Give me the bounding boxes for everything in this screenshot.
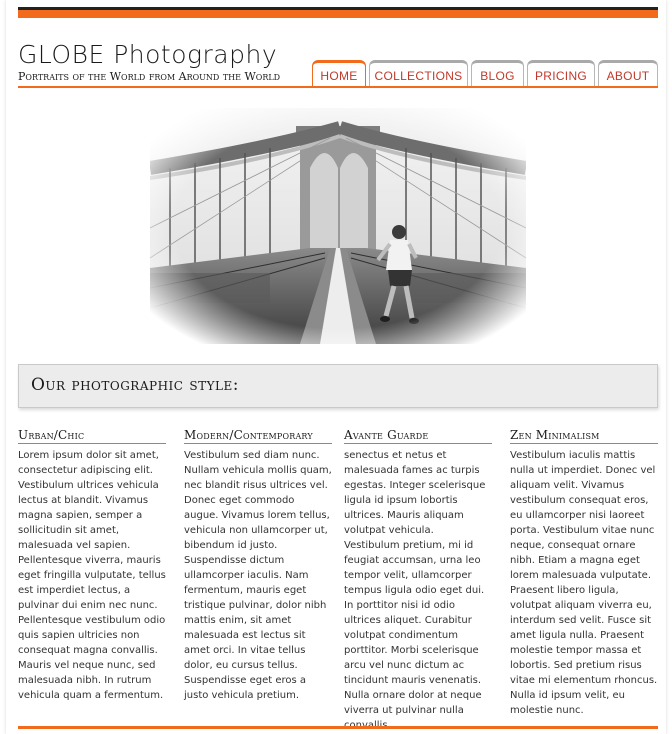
- nav-tab-collections[interactable]: COLLECTIONS: [369, 60, 468, 86]
- site-tagline: Portraits of the World from Around the W…: [18, 70, 281, 83]
- style-banner: Our photographic style:: [18, 364, 658, 408]
- column-heading: Modern/Contemporary: [184, 428, 332, 444]
- column-modern-contemporary: Modern/Contemporary Vestibulum sed diam …: [184, 428, 332, 703]
- style-heading: Our photographic style:: [31, 375, 239, 395]
- top-accent-bar: [18, 10, 658, 18]
- column-heading: Zen Minimalism: [510, 428, 658, 444]
- column-text: senectus et netus et malesuada fames ac …: [344, 450, 486, 731]
- column-text: Lorem ipsum dolor sit amet, consectetur …: [18, 450, 166, 701]
- column-heading: Urban/Chic: [18, 428, 166, 444]
- column-zen-minimalism: Zen Minimalism Vestibulum iaculis mattis…: [510, 428, 658, 718]
- column-heading: Avante Guarde: [344, 428, 492, 444]
- nav-tab-about[interactable]: ABOUT: [598, 60, 658, 86]
- column-text: Vestibulum sed diam nunc. Nullam vehicul…: [184, 450, 332, 701]
- column-text: Vestibulum iaculis mattis nulla ut imper…: [510, 450, 658, 716]
- nav-tab-pricing[interactable]: PRICING: [527, 60, 595, 86]
- nav-tab-home[interactable]: HOME: [312, 60, 366, 86]
- column-urban-chic: Urban/Chic Lorem ipsum dolor sit amet, c…: [18, 428, 166, 703]
- hero-image: [150, 108, 526, 344]
- nav-tab-blog[interactable]: BLOG: [471, 60, 524, 86]
- column-avante-guarde: Avante Guarde senectus et netus et males…: [344, 428, 492, 733]
- header-divider: [18, 86, 658, 88]
- site-title[interactable]: GLOBE Photography: [18, 40, 277, 69]
- footer-divider: [18, 726, 658, 729]
